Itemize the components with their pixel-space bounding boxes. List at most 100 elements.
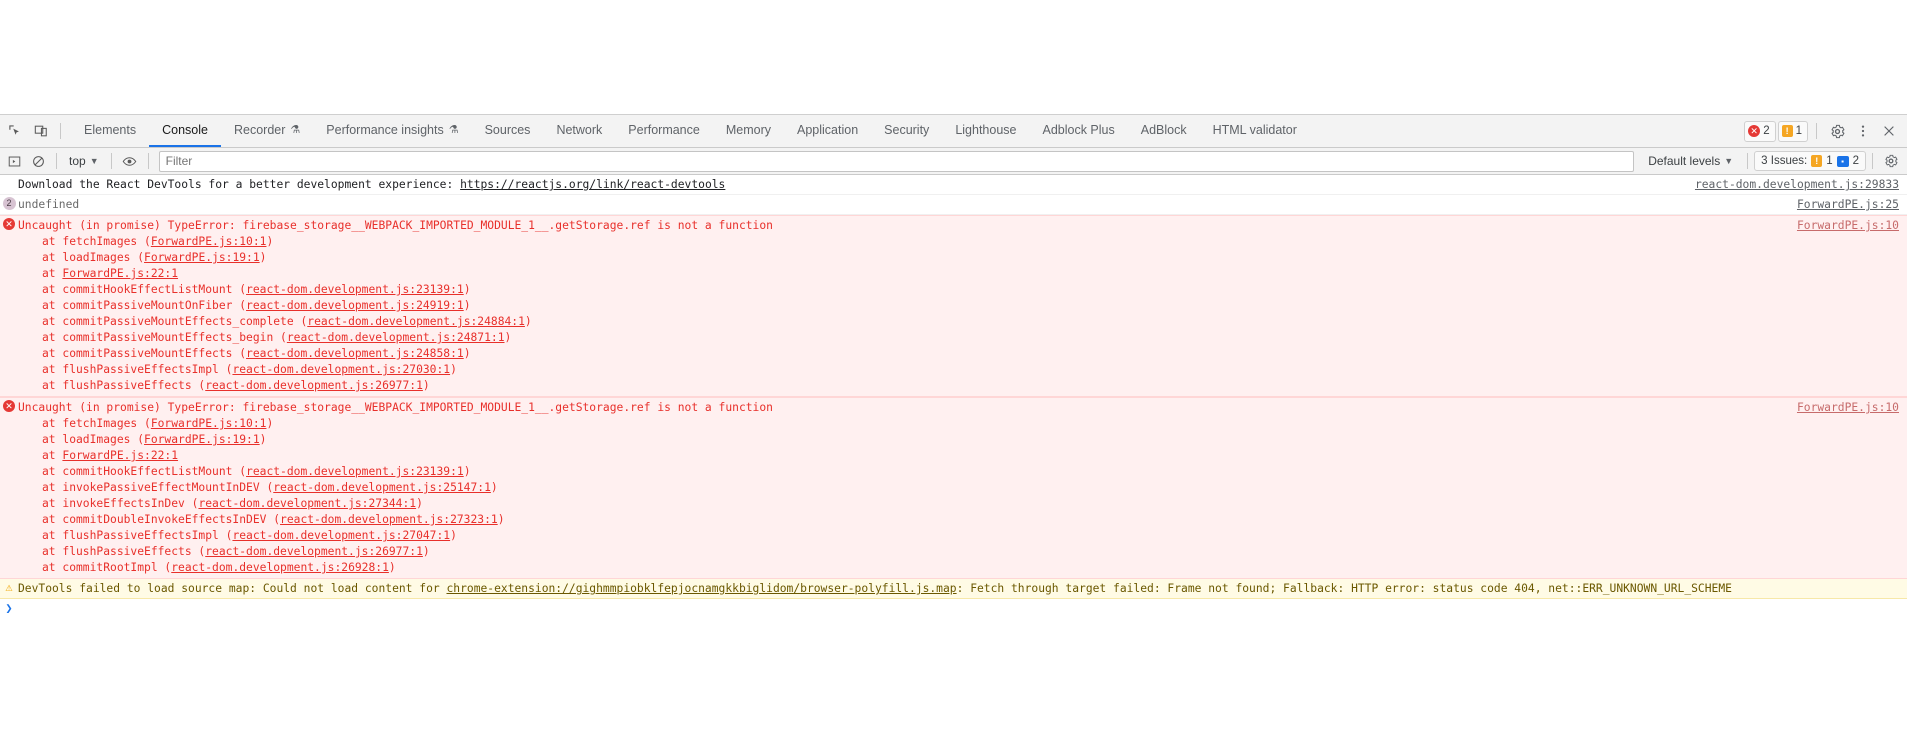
filterbar-divider-2 [110, 153, 112, 169]
stack-frame-location-link[interactable]: react-dom.development.js:26928:1 [171, 561, 389, 574]
error-message-text: Uncaught (in promise) TypeError: firebas… [18, 217, 1781, 394]
stack-frame-tail: ) [259, 251, 267, 264]
execution-context-label: top [69, 154, 86, 168]
issues-warning-icon: ! [1811, 155, 1823, 167]
stack-frame-location-link[interactable]: react-dom.development.js:27323:1 [280, 513, 498, 526]
stack-frame: at flushPassiveEffects (react-dom.develo… [18, 544, 1781, 560]
tab-label: Security [884, 123, 930, 137]
execution-context-selector[interactable]: top ▼ [63, 151, 105, 171]
message-source-link[interactable]: react-dom.development.js:29833 [1679, 176, 1899, 193]
error-count-badge[interactable]: ✕ 2 [1744, 120, 1776, 142]
stack-frame-location-link[interactable]: react-dom.development.js:23139:1 [246, 283, 464, 296]
message-gutter: ✕ [0, 399, 18, 412]
warning-suffix: : Fetch through target failed: Frame not… [956, 582, 1732, 595]
tab-html-validator[interactable]: HTML validator [1200, 115, 1310, 147]
console-message[interactable]: ⚠ DevTools failed to load source map: Cou… [0, 579, 1907, 599]
tab-security[interactable]: Security [871, 115, 942, 147]
stack-frame-location-link[interactable]: ForwardPE.js:19:1 [144, 433, 260, 446]
device-toolbar-icon[interactable] [28, 118, 54, 144]
issues-info-count: 2 [1852, 155, 1859, 167]
message-source-link[interactable]: ForwardPE.js:10 [1781, 399, 1899, 416]
stack-frame-location-link[interactable]: react-dom.development.js:24871:1 [287, 331, 505, 344]
kebab-menu-icon[interactable] [1851, 119, 1875, 143]
message-source-link[interactable]: ForwardPE.js:25 [1781, 196, 1899, 213]
stack-frame: at loadImages (ForwardPE.js:19:1) [18, 250, 1781, 266]
live-expression-icon[interactable] [118, 150, 142, 172]
tab-memory[interactable]: Memory [713, 115, 784, 147]
stack-frame-location-link[interactable]: react-dom.development.js:27344:1 [198, 497, 416, 510]
stack-frame-tail: ) [450, 363, 457, 376]
console-message[interactable]: 2 undefined ForwardPE.js:25 [0, 195, 1907, 215]
stack-frame: at commitPassiveMountEffects (react-dom.… [18, 346, 1781, 362]
console-message[interactable]: ✕ Uncaught (in promise) TypeError: fireba… [0, 397, 1907, 579]
error-header: Uncaught (in promise) TypeError: firebas… [18, 219, 773, 232]
page-viewport [0, 0, 1907, 114]
stack-frame-tail: ) [266, 417, 274, 430]
tab-adblock-plus[interactable]: Adblock Plus [1029, 115, 1127, 147]
stack-frame-location-link[interactable]: react-dom.development.js:26977:1 [205, 379, 423, 392]
stack-frame-function: at invokeEffectsInDev ( [42, 497, 199, 510]
stack-frame: at flushPassiveEffects (react-dom.develo… [18, 378, 1781, 394]
stack-frame-location-link[interactable]: react-dom.development.js:24884:1 [307, 315, 525, 328]
stack-frame-location-link[interactable]: react-dom.development.js:26977:1 [205, 545, 423, 558]
stack-frame-location-link[interactable]: react-dom.development.js:23139:1 [246, 465, 464, 478]
tab-recorder[interactable]: Recorder ⚗ [221, 115, 313, 147]
console-message[interactable]: ✕ Uncaught (in promise) TypeError: fireba… [0, 215, 1907, 397]
console-settings-icon[interactable] [1879, 150, 1903, 172]
message-gutter: 2 [0, 196, 18, 210]
error-icon: ✕ [3, 400, 15, 412]
react-devtools-link[interactable]: https://reactjs.org/link/react-devtools [460, 178, 725, 191]
gear-icon[interactable] [1825, 119, 1849, 143]
tabstrip-right-divider [1816, 123, 1817, 139]
inspect-element-icon[interactable] [2, 118, 28, 144]
message-text: Download the React DevTools for a better… [18, 176, 1679, 193]
clear-console-icon[interactable] [26, 150, 50, 172]
stack-frame-tail: ) [388, 561, 396, 574]
stack-frame-location-link[interactable]: ForwardPE.js:22:1 [62, 267, 178, 280]
tab-label: Performance insights [326, 123, 444, 137]
issues-label: 3 Issues: [1761, 155, 1808, 167]
tab-application[interactable]: Application [784, 115, 871, 147]
tab-network[interactable]: Network [543, 115, 615, 147]
stack-frame: at ForwardPE.js:22:1 [18, 448, 1781, 464]
tab-performance-insights[interactable]: Performance insights ⚗ [313, 115, 471, 147]
tab-lighthouse[interactable]: Lighthouse [942, 115, 1029, 147]
tab-adblock[interactable]: AdBlock [1128, 115, 1200, 147]
tab-elements[interactable]: Elements [71, 115, 149, 147]
stack-frame-tail: ) [504, 331, 512, 344]
tab-sources[interactable]: Sources [472, 115, 544, 147]
stack-frame-location-link[interactable]: react-dom.development.js:25147:1 [273, 481, 491, 494]
stack-frame-location-link[interactable]: react-dom.development.js:24919:1 [246, 299, 464, 312]
stack-frame-location-link[interactable]: ForwardPE.js:10:1 [151, 235, 267, 248]
issues-badge[interactable]: 3 Issues: ! 1 ▪ 2 [1754, 151, 1866, 171]
show-console-sidebar-icon[interactable] [2, 150, 26, 172]
tab-performance[interactable]: Performance [615, 115, 713, 147]
tab-label: Memory [725, 123, 771, 137]
message-source-link[interactable]: ForwardPE.js:10 [1781, 217, 1899, 234]
console-prompt[interactable]: ❯ [0, 599, 1907, 619]
source-map-url-link[interactable]: chrome-extension://gighmmpiobklfepjocnam… [446, 582, 956, 595]
stack-frame: at commitHookEffectListMount (react-dom.… [18, 464, 1781, 480]
devtools-tabstrip: Elements Console Recorder ⚗ Performance insi… [0, 115, 1907, 148]
warning-count-badge[interactable]: ! 1 [1777, 120, 1808, 142]
close-icon[interactable] [1877, 119, 1901, 143]
issues-warning-count: 1 [1826, 155, 1833, 167]
console-message[interactable]: Download the React DevTools for a better… [0, 175, 1907, 195]
stack-frame-location-link[interactable]: react-dom.development.js:27047:1 [232, 529, 450, 542]
stack-frame-location-link[interactable]: ForwardPE.js:22:1 [62, 449, 178, 462]
stack-frame-function: at commitPassiveMountEffects_begin ( [42, 331, 287, 344]
stack-frame-tail: ) [497, 513, 505, 526]
stack-frame-function: at flushPassiveEffects ( [42, 545, 206, 558]
warning-message-text: DevTools failed to load source map: Coul… [18, 580, 1899, 597]
stack-frame-location-link[interactable]: react-dom.development.js:24858:1 [246, 347, 464, 360]
stack-frame-location-link[interactable]: react-dom.development.js:27030:1 [232, 363, 450, 376]
tab-label: Recorder [233, 123, 286, 137]
stack-frame-location-link[interactable]: ForwardPE.js:19:1 [144, 251, 260, 264]
stack-frame-location-link[interactable]: ForwardPE.js:10:1 [151, 417, 267, 430]
tab-console[interactable]: Console [149, 115, 221, 147]
log-levels-selector[interactable]: Default levels ▼ [1640, 154, 1741, 168]
console-message-list[interactable]: Download the React DevTools for a better… [0, 175, 1907, 735]
message-gutter: ✕ [0, 217, 18, 230]
filter-input[interactable] [158, 150, 1635, 172]
filterbar-divider-3 [147, 153, 149, 169]
